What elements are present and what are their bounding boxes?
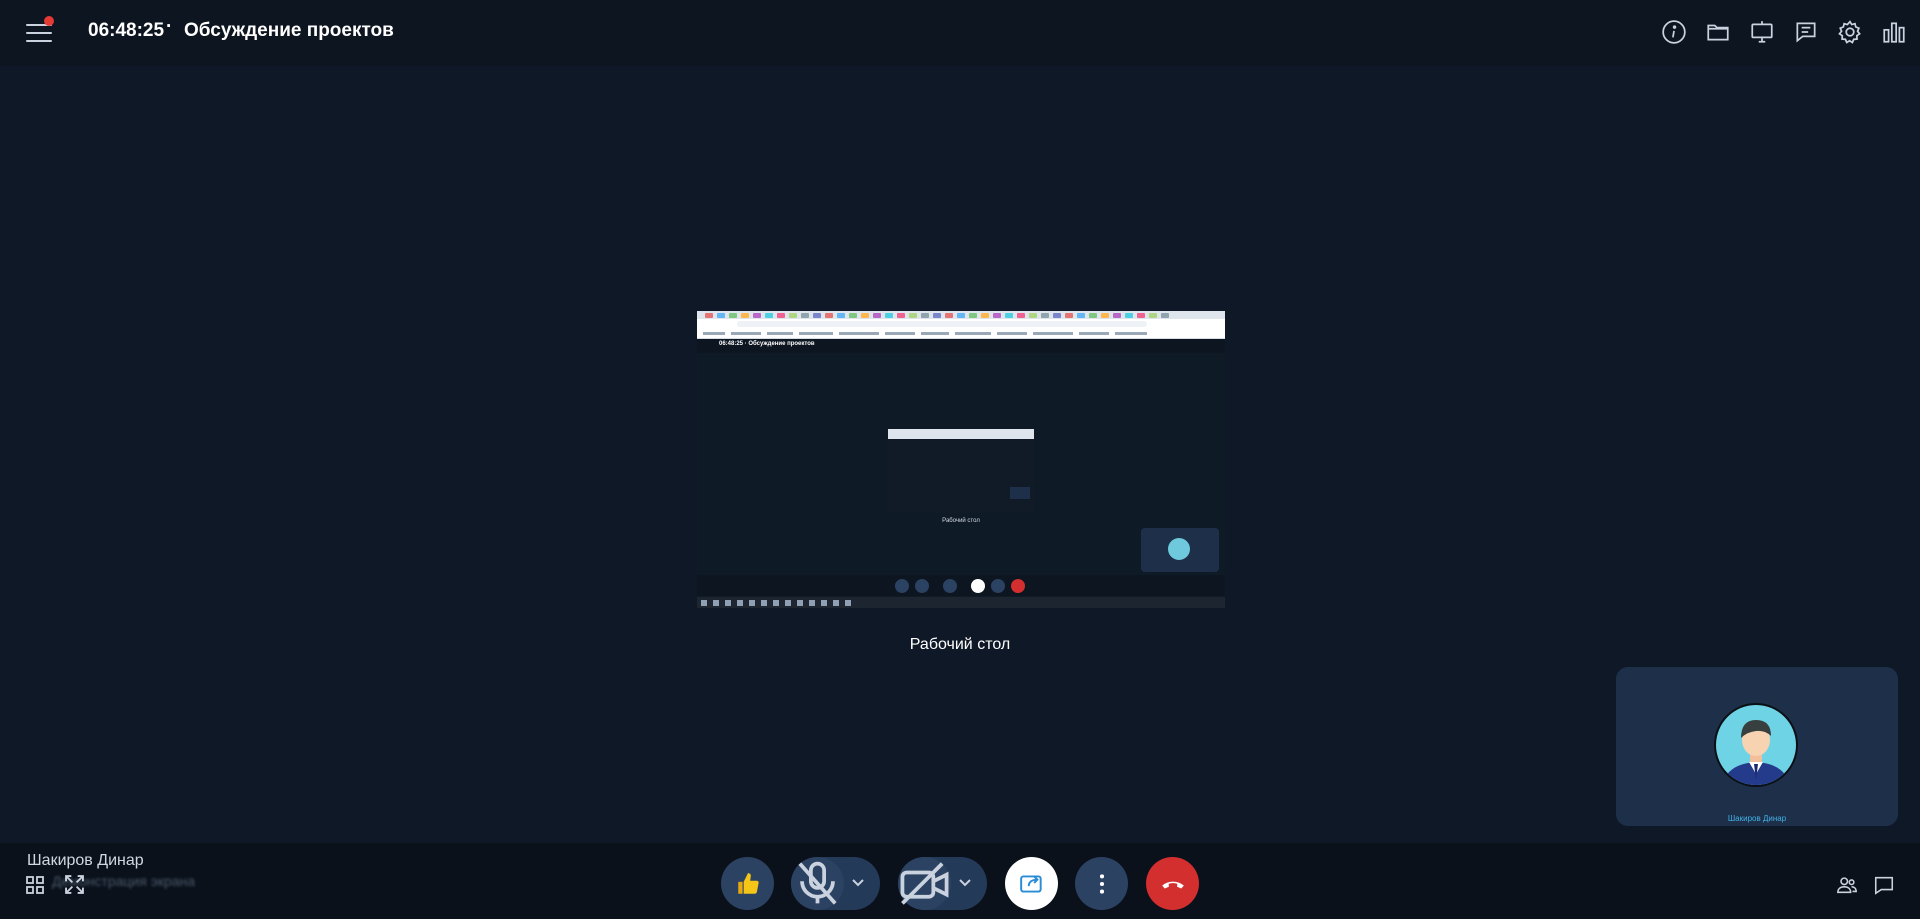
nested-self-tile xyxy=(1141,528,1219,572)
fullscreen-icon[interactable] xyxy=(65,875,84,894)
mic-options-chevron-icon[interactable] xyxy=(848,872,868,892)
nested-caption: Рабочий стол xyxy=(942,518,980,524)
reaction-button[interactable] xyxy=(721,857,774,910)
chat-bubble-icon[interactable] xyxy=(1873,874,1895,896)
chat-icon[interactable] xyxy=(1792,18,1820,46)
nested-control xyxy=(991,579,1005,593)
camera-toggle-button[interactable] xyxy=(898,857,951,910)
nested-shared-screen xyxy=(888,429,1034,513)
camera-off-icon xyxy=(900,862,949,905)
thumbs-up-icon xyxy=(737,872,759,894)
nested-control xyxy=(915,579,929,593)
camera-control xyxy=(898,857,987,910)
info-icon[interactable] xyxy=(1660,18,1688,46)
settings-icon[interactable] xyxy=(1836,18,1864,46)
folder-icon[interactable] xyxy=(1704,18,1732,46)
self-name-label: Шакиров Динар xyxy=(1727,814,1787,823)
shared-screen-caption: Рабочий стол xyxy=(909,636,1011,653)
nested-meeting-title: 06:48:25 · Обсуждение проектов xyxy=(719,341,815,347)
hangup-button[interactable] xyxy=(1146,857,1199,910)
notification-dot xyxy=(44,16,54,26)
share-screen-button[interactable] xyxy=(1005,857,1058,910)
mic-control xyxy=(791,857,880,910)
nested-control xyxy=(971,579,985,593)
mic-toggle-button[interactable] xyxy=(791,857,844,910)
participants-icon[interactable] xyxy=(1836,874,1858,896)
browser-bookmarks xyxy=(697,329,1225,339)
mic-off-icon xyxy=(798,861,837,905)
nested-control xyxy=(943,579,957,593)
share-screen-icon xyxy=(1019,874,1042,893)
windows-taskbar xyxy=(697,597,1225,608)
browser-address-bar xyxy=(697,319,1225,329)
meeting-title: Обсуждение проектов xyxy=(184,20,394,41)
top-toolbar xyxy=(1660,18,1908,46)
title-separator: · xyxy=(166,16,173,37)
browser-tabs xyxy=(697,311,1225,319)
camera-options-chevron-icon[interactable] xyxy=(955,872,975,892)
avatar xyxy=(1713,702,1799,788)
self-video-tile[interactable]: Шакиров Динар xyxy=(1616,667,1898,826)
hamburger-menu-icon[interactable] xyxy=(26,16,54,46)
more-options-button[interactable] xyxy=(1075,857,1128,910)
call-timer: 06:48:25 xyxy=(88,20,165,41)
shared-screen: 06:48:25 · Обсуждение проектов Рабочий с… xyxy=(697,311,1225,608)
stats-icon[interactable] xyxy=(1880,18,1908,46)
nested-control xyxy=(1011,579,1025,593)
hangup-icon xyxy=(1161,881,1184,888)
more-vertical-icon xyxy=(1099,873,1104,894)
nested-bottom-bar xyxy=(697,575,1225,596)
grid-layout-icon[interactable] xyxy=(26,876,44,894)
presenter-name: Шакиров Динар xyxy=(27,852,144,869)
nested-control xyxy=(895,579,909,593)
screen-share-icon[interactable] xyxy=(1748,18,1776,46)
